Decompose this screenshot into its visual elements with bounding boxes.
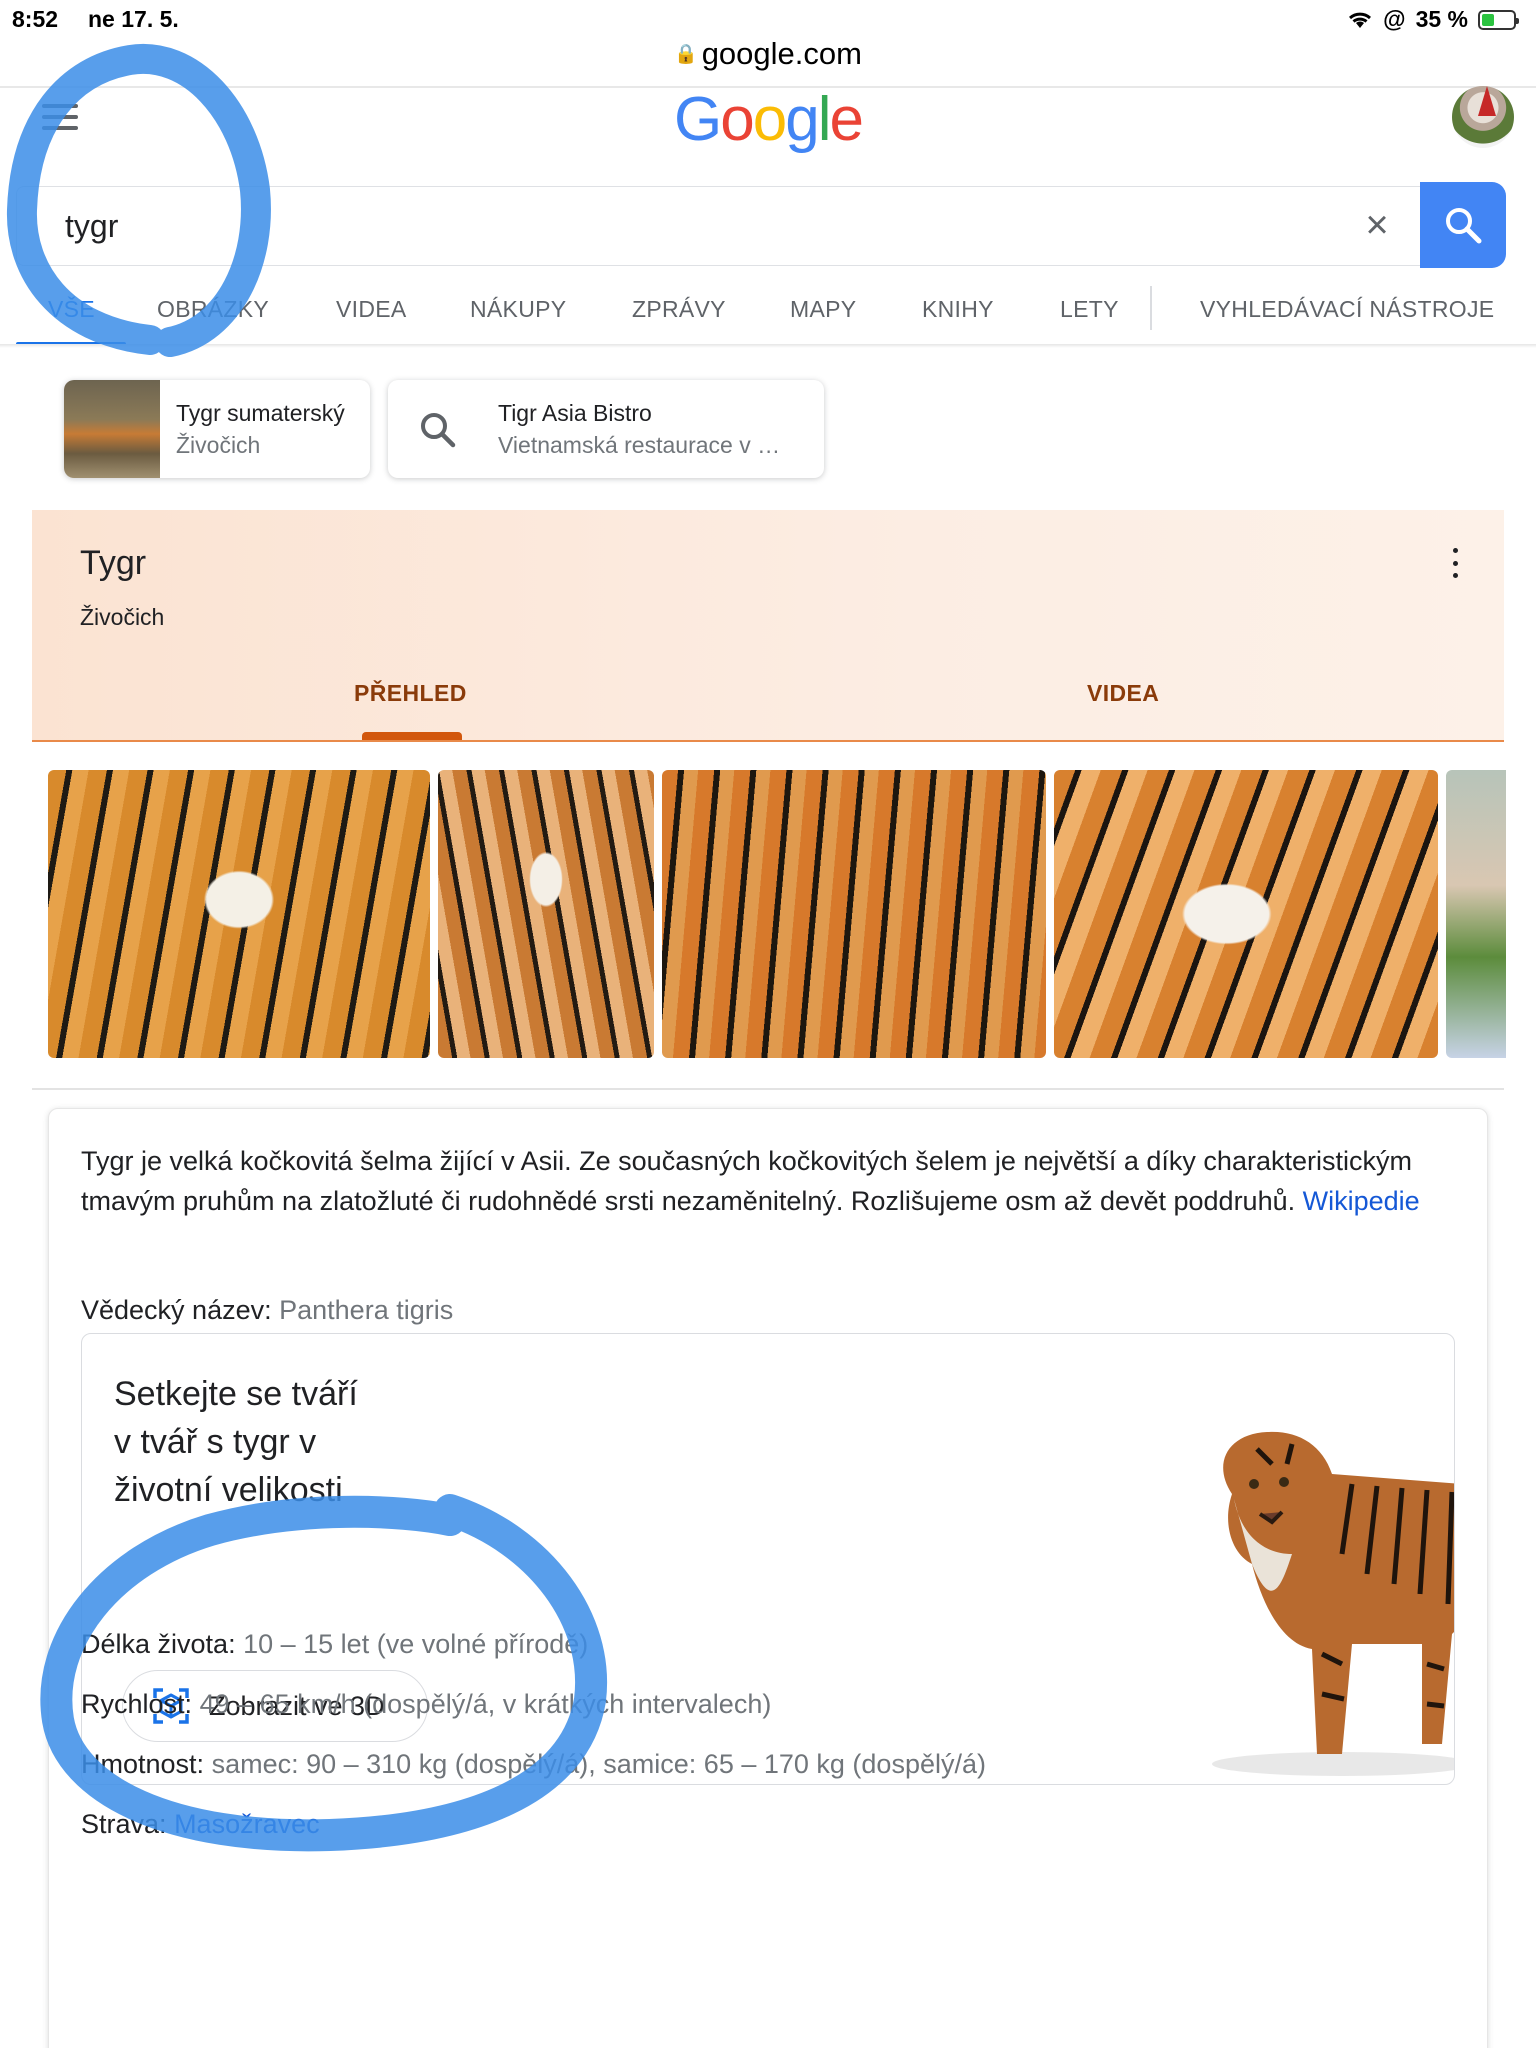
tiger-image[interactable] [662, 770, 1046, 1058]
tiger-3d-model[interactable] [1172, 1404, 1455, 1784]
chip-subtitle: Živočich [176, 432, 261, 458]
fact-value: Panthera tigris [279, 1295, 454, 1325]
search-icon [1446, 208, 1482, 244]
tab-shopping[interactable]: NÁKUPY [470, 296, 566, 323]
more-options-icon[interactable] [1450, 548, 1460, 578]
tiger-image[interactable] [1446, 770, 1506, 1058]
kp-subtitle: Živočich [80, 604, 165, 630]
tab-videos[interactable]: VIDEA [336, 296, 407, 323]
battery-icon [1478, 9, 1519, 30]
search-box: × [16, 186, 1420, 266]
url-domain: google.com [701, 36, 862, 71]
chip-title: Tigr Asia Bistro [498, 400, 652, 426]
fact-label: Délka života: [81, 1629, 236, 1659]
fact-mass: Hmotnost: samec: 90 – 310 kg (dospělý/á)… [81, 1749, 986, 1780]
kp-title: Tygr [80, 544, 147, 582]
battery-percent: 35 % [1415, 6, 1468, 32]
status-date: ne 17. 5. [88, 6, 179, 32]
lock-icon: 🔒 [674, 44, 698, 65]
tabs-shadow [0, 344, 1536, 348]
view-3d-title-line: Setkejte se tváří [114, 1375, 358, 1413]
description-body: Tygr je velká kočkovitá šelma žijící v A… [81, 1146, 1412, 1216]
tab-flights[interactable]: LETY [1060, 296, 1119, 323]
kp-active-tab-indicator [362, 732, 462, 740]
kp-divider [32, 740, 1504, 742]
diet-link[interactable]: Masožravec [174, 1809, 320, 1839]
tab-books[interactable]: KNIHY [922, 296, 994, 323]
fact-diet: Strava: Masožravec [81, 1809, 320, 1840]
status-indicators: @ 35 % [1347, 6, 1519, 33]
wikipedia-link[interactable]: Wikipedie [1303, 1186, 1420, 1216]
view-3d-title-line: v tvář s tygr v [114, 1423, 317, 1461]
tiger-image[interactable] [1054, 770, 1438, 1058]
tab-separator [1150, 286, 1152, 330]
fact-scientific-name: Vědecký název: Panthera tigris [81, 1295, 453, 1326]
chip-title: Tygr sumaterský [176, 400, 345, 426]
wifi-icon [1349, 12, 1372, 28]
fact-lifespan: Délka života: 10 – 15 let (ve volné přír… [81, 1629, 588, 1660]
view-3d-title: Setkejte se tváří v tvář s tygr v životn… [114, 1370, 454, 1514]
tiger-thumbnail [64, 380, 160, 478]
fact-value: samec: 90 – 310 kg (dospělý/á), samice: … [211, 1749, 986, 1779]
kp-tab-videos[interactable]: VIDEA [1087, 680, 1159, 707]
fact-label: Vědecký název: [81, 1295, 272, 1325]
tab-maps[interactable]: MAPY [790, 296, 856, 323]
fact-label: Strava: [81, 1809, 167, 1839]
status-bar: 8:52 ne 17. 5. @ 35 % [0, 0, 1536, 40]
url-bar[interactable]: 🔒 google.com [0, 36, 1536, 72]
search-icon [421, 413, 456, 448]
rotation-lock-icon: @ [1383, 6, 1406, 32]
tiger-image[interactable] [438, 770, 654, 1058]
fact-value: 10 – 15 let (ve volné přírodě) [243, 1629, 589, 1659]
view-3d-title-line: životní velikosti [114, 1471, 343, 1509]
description-text: Tygr je velká kočkovitá šelma žijící v A… [81, 1141, 1471, 1221]
fact-label: Rychlost: [81, 1689, 193, 1719]
fact-label: Hmotnost: [81, 1749, 205, 1779]
kp-tab-overview[interactable]: PŘEHLED [354, 680, 467, 707]
description-card: Tygr je velká kočkovitá šelma žijící v A… [48, 1108, 1488, 2048]
chip-tigr-asia-bistro[interactable]: Tigr Asia Bistro Vietnamská restaurace v… [388, 380, 824, 478]
fact-speed: Rychlost: 49 – 65 km/h (dospělý/á, v krá… [81, 1689, 771, 1720]
search-button[interactable] [1420, 182, 1506, 268]
avatar[interactable] [1452, 86, 1514, 148]
fact-value: 49 – 65 km/h (dospělý/á, v krátkých inte… [199, 1689, 772, 1719]
tab-images[interactable]: OBRÁZKY [157, 296, 269, 323]
knowledge-panel-header: Tygr Živočich PŘEHLED VIDEA [32, 510, 1504, 742]
tiger-image[interactable] [48, 770, 430, 1058]
images-divider [32, 1088, 1504, 1090]
search-tabs: VŠE OBRÁZKY VIDEA NÁKUPY ZPRÁVY MAPY KNI… [0, 286, 1536, 346]
chip-sumatran-tiger[interactable]: Tygr sumaterský Živočich [64, 380, 370, 478]
chip-subtitle: Vietnamská restaurace v … [498, 432, 781, 458]
tab-search-tools[interactable]: VYHLEDÁVACÍ NÁSTROJE [1200, 296, 1494, 323]
google-logo[interactable]: Google [674, 84, 864, 155]
close-icon[interactable]: × [1357, 205, 1397, 245]
tab-news[interactable]: ZPRÁVY [632, 296, 726, 323]
tab-all[interactable]: VŠE [48, 296, 95, 323]
search-input[interactable] [65, 203, 965, 249]
menu-icon[interactable] [42, 104, 78, 130]
status-time: 8:52 [12, 6, 59, 32]
